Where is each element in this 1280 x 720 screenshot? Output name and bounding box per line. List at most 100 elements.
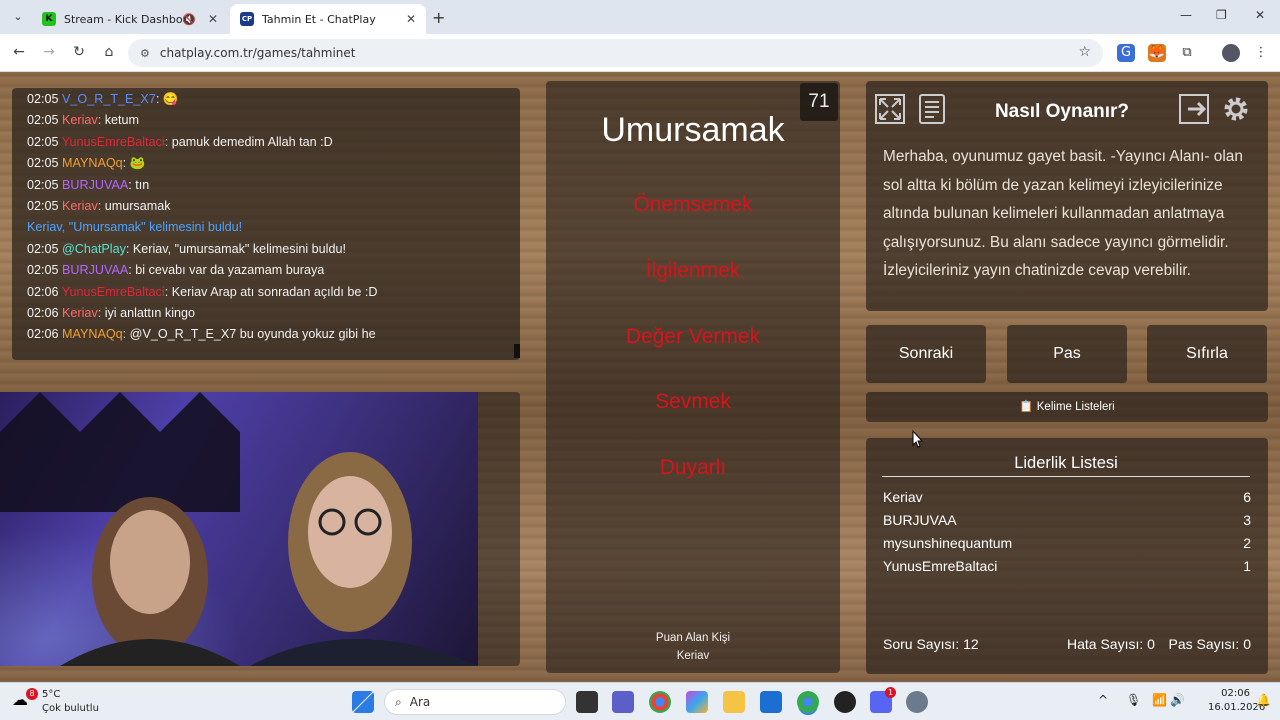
chat-timestamp: 02:05 <box>27 134 59 149</box>
speaker-icon[interactable]: 🔊 <box>1170 693 1185 707</box>
chat-username[interactable]: MAYNAQq <box>62 156 123 170</box>
notification-icon[interactable]: 🔔 <box>1256 693 1271 707</box>
chat-scrollbar[interactable] <box>514 344 520 358</box>
taskbar-search[interactable]: ⌕ Ara <box>384 689 566 715</box>
tab-search-icon[interactable]: ⌄ <box>8 7 28 27</box>
chat-text: : bi cevabı var da yazamam buraya <box>128 263 325 278</box>
fullscreen-icon[interactable] <box>874 93 906 125</box>
site-info-icon[interactable]: ⚙ <box>140 47 150 60</box>
reload-icon[interactable]: ↻ <box>70 44 88 60</box>
forbidden-word: Önemsemek <box>633 193 753 216</box>
chat-message: Keriav, "Umursamak" kelimesini buldu! <box>27 217 520 238</box>
system-clock[interactable]: 02:06 16.01.2026 <box>1208 687 1265 715</box>
metamask-extension-icon[interactable]: 🦊 <box>1148 44 1166 62</box>
store-icon[interactable] <box>760 691 782 713</box>
leaderboard-row: YunusEmreBaltaci 1 <box>883 558 1251 581</box>
notepad-icon: 📋 <box>1019 401 1034 413</box>
pass-button[interactable]: Pas <box>1007 325 1127 383</box>
error-count: Hata Sayısı: 0 <box>1067 636 1155 652</box>
app-icon[interactable] <box>834 691 856 713</box>
exit-icon[interactable] <box>1178 93 1210 125</box>
profile-avatar[interactable] <box>1222 44 1240 62</box>
search-placeholder: Ara <box>409 695 431 709</box>
chat-username[interactable]: Keriav <box>62 306 98 320</box>
close-window-icon[interactable]: ✕ <box>1255 8 1265 22</box>
home-icon[interactable]: ⌂ <box>100 44 118 60</box>
word-lists-label: Kelime Listeleri <box>1036 401 1115 413</box>
mute-icon[interactable]: 🔇 <box>182 13 196 26</box>
windows-start-icon[interactable] <box>352 691 374 713</box>
document-icon[interactable] <box>916 93 948 125</box>
tab-close-icon[interactable]: ✕ <box>402 12 420 26</box>
chat-username[interactable]: BURJUVAA <box>62 263 128 277</box>
settings-gear-icon[interactable] <box>1220 93 1252 125</box>
chrome-icon[interactable] <box>649 691 671 713</box>
restore-icon[interactable]: ❐ <box>1216 8 1227 22</box>
reset-button[interactable]: Sıfırla <box>1147 325 1267 383</box>
chat-text: Keriav, "Umursamak" kelimesini buldu! <box>27 220 243 235</box>
minimize-icon[interactable]: — <box>1180 8 1192 22</box>
chat-username[interactable]: MAYNAQq <box>62 327 123 341</box>
player-name: Keriav <box>883 489 923 505</box>
url-field[interactable]: ⚙ chatplay.com.tr/games/tahminet ☆ <box>128 39 1103 67</box>
chat-username[interactable]: V_O_R_T_E_X7 <box>62 92 156 106</box>
wifi-icon[interactable]: 📶 <box>1152 693 1167 707</box>
leaderboard-panel: Liderlik Listesi Keriav 6 BURJUVAA 3 mys… <box>866 438 1268 674</box>
teams-icon[interactable] <box>612 691 634 713</box>
pass-count: Pas Sayısı: 0 <box>1168 636 1251 652</box>
microphone-icon[interactable]: 🎙 <box>1126 693 1141 707</box>
chatplay-favicon-icon: CP <box>240 12 254 26</box>
chat-message: 02:05 @ChatPlay: Keriav, "umursamak" kel… <box>27 239 520 260</box>
browser-menu-icon[interactable]: ⋮ <box>1252 44 1270 62</box>
leaderboard-row: mysunshinequantum 2 <box>883 535 1251 558</box>
url-text: chatplay.com.tr/games/tahminet <box>159 46 356 60</box>
chat-timestamp: 02:05 <box>27 156 59 171</box>
copilot-icon[interactable] <box>686 691 708 713</box>
settings-icon[interactable] <box>906 691 928 713</box>
tray-chevron-icon[interactable]: ^ <box>1098 693 1108 707</box>
extensions-puzzle-icon[interactable]: ⧉ <box>1178 44 1196 62</box>
target-word: Umursamak <box>601 111 785 149</box>
chat-timestamp: 02:05 <box>27 92 59 106</box>
chat-message: 02:06 Keriav: iyi anlattın kingo <box>27 303 520 324</box>
back-icon[interactable]: ← <box>10 44 28 60</box>
weather-text: Çok bulutlu <box>42 703 99 714</box>
how-to-play-text: Merhaba, oyunumuz gayet basit. -Yayıncı … <box>883 148 1243 280</box>
scorer-name: Keriav <box>676 650 710 662</box>
kick-favicon-icon: K <box>42 12 56 26</box>
chat-message: 02:05 BURJUVAA: tın <box>27 175 520 196</box>
chat-username[interactable]: Keriav <box>62 113 98 127</box>
chat-username[interactable]: @ChatPlay <box>62 242 126 256</box>
task-view-icon[interactable] <box>576 691 598 713</box>
leaderboard-title: Liderlik Listesi <box>882 454 1250 477</box>
chat-text: : umursamak <box>97 199 171 214</box>
tab-close-icon[interactable]: ✕ <box>204 12 222 26</box>
chat-timestamp: 02:06 <box>27 284 59 299</box>
file-explorer-icon[interactable] <box>723 691 745 713</box>
discord-badge: 1 <box>885 687 896 698</box>
chat-timestamp: 02:05 <box>27 241 59 256</box>
chat-message: 02:05 MAYNAQq: 🐸 <box>27 153 520 174</box>
chrome-active-icon[interactable] <box>797 691 819 713</box>
forward-icon[interactable]: → <box>40 44 58 60</box>
leaderboard-row: Keriav 6 <box>883 489 1251 512</box>
browser-tab-bar: ⌄ K Stream - Kick Dashboard 🔇 ✕ CP Tahmi… <box>0 0 1280 34</box>
chat-message: 02:06 MAYNAQq: @V_O_R_T_E_X7 bu oyunda y… <box>27 324 520 345</box>
translate-extension-icon[interactable]: G <box>1117 44 1135 62</box>
chat-username[interactable]: BURJUVAA <box>62 178 128 192</box>
forbidden-word: Duyarlı <box>659 456 727 479</box>
weather-widget[interactable]: ☁ 8 5°C Çok bulutlu <box>12 688 132 716</box>
tab-kick-dashboard[interactable]: K Stream - Kick Dashboard 🔇 ✕ <box>32 4 228 34</box>
word-lists-button[interactable]: 📋 Kelime Listeleri <box>866 392 1268 422</box>
tab-chatplay[interactable]: CP Tahmin Et - ChatPlay ✕ <box>230 4 426 34</box>
game-page: 02:05 V_O_R_T_E_X7: 😋 02:05 Keriav: ketum… <box>0 72 1280 682</box>
chat-username[interactable]: Keriav <box>62 199 98 213</box>
chat-username[interactable]: YunusEmreBaltaci <box>62 135 165 149</box>
chat-username[interactable]: YunusEmreBaltaci <box>62 285 165 299</box>
next-button[interactable]: Sonraki <box>866 325 986 383</box>
chat-text: : 😋 <box>155 92 179 106</box>
discord-icon[interactable]: 1 <box>870 687 896 713</box>
bookmark-star-icon[interactable]: ☆ <box>1078 44 1091 60</box>
new-tab-icon[interactable]: + <box>432 8 445 27</box>
chat-timestamp: 02:05 <box>27 263 59 278</box>
